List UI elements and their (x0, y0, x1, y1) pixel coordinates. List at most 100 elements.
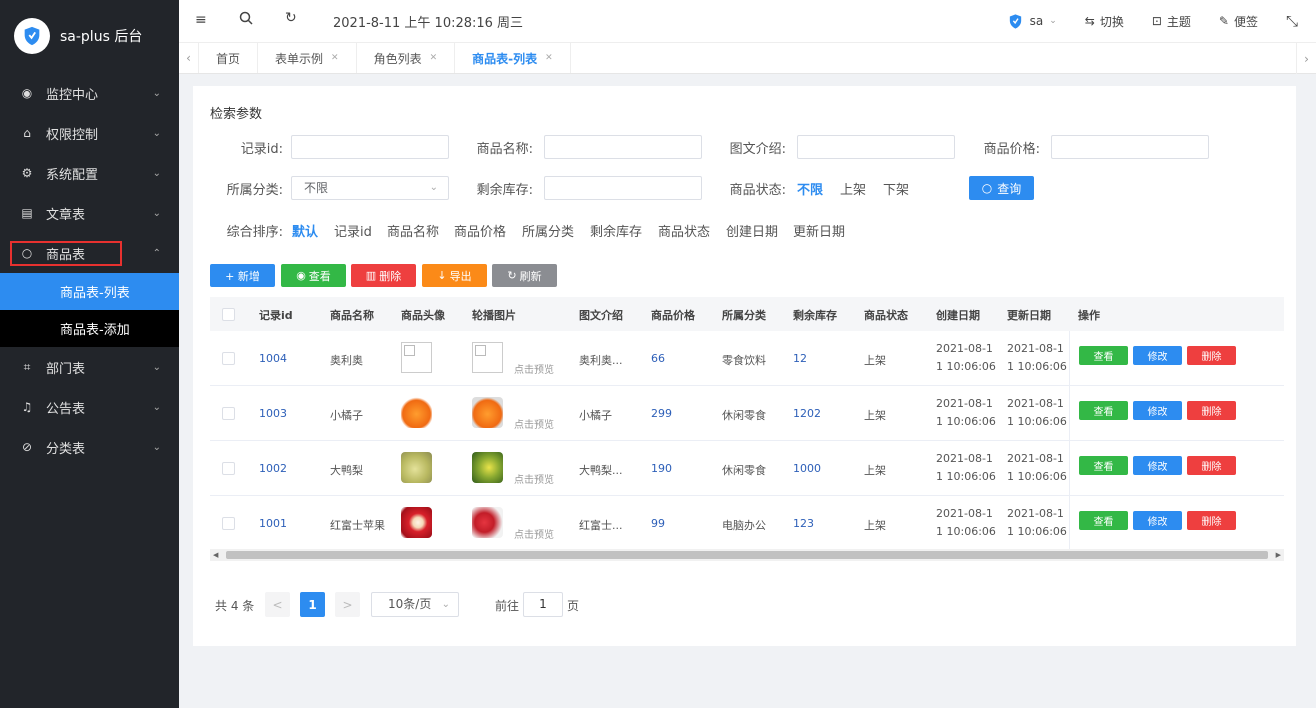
sort-option-default[interactable]: 默认 (292, 221, 318, 240)
preview-link[interactable]: 点击预览 (514, 361, 554, 376)
carousel-image-apple[interactable] (472, 507, 503, 538)
row-checkbox[interactable] (222, 352, 235, 365)
fullscreen-icon[interactable]: ⤡ (1286, 12, 1298, 30)
submenu-item-goods-add[interactable]: 商品表-添加 (0, 310, 179, 347)
row-edit-button[interactable]: 修改 (1133, 401, 1182, 420)
tab-home[interactable]: 首页 (199, 43, 259, 73)
row-delete-button[interactable]: 删除 (1187, 401, 1236, 420)
category-select[interactable]: 不限 ⌄ (291, 176, 449, 200)
sort-option-name[interactable]: 商品名称 (387, 221, 439, 240)
delete-button[interactable]: ▥ 删除 (351, 264, 416, 287)
scroll-right-icon[interactable]: ▶ (1276, 549, 1281, 561)
row-delete-button[interactable]: 删除 (1187, 456, 1236, 475)
search-icon[interactable] (239, 11, 253, 29)
header-category[interactable]: 所属分类 (722, 307, 766, 323)
stock-input[interactable] (544, 176, 702, 200)
sidebar-item-permission[interactable]: ⌂ 权限控制 ⌄ (0, 113, 179, 153)
sort-option-status[interactable]: 商品状态 (658, 221, 710, 240)
header-name[interactable]: 商品名称 (330, 307, 374, 323)
row-view-button[interactable]: 查看 (1079, 511, 1128, 530)
preview-link[interactable]: 点击预览 (514, 526, 554, 541)
tab-scroll-left-icon[interactable]: ‹ (179, 43, 199, 73)
sort-option-category[interactable]: 所属分类 (522, 221, 574, 240)
switch-button[interactable]: ⇆ 切换 (1085, 13, 1124, 30)
header-status[interactable]: 商品状态 (864, 307, 908, 323)
carousel-image-orange[interactable] (472, 397, 503, 428)
header-stock[interactable]: 剩余库存 (793, 307, 837, 323)
select-all-checkbox[interactable] (222, 308, 235, 321)
menu-icon[interactable]: ≡ (195, 12, 207, 28)
tab-goods-list[interactable]: 商品表-列表 ✕ (455, 43, 571, 73)
avatar-image-pear[interactable] (401, 452, 432, 483)
preview-link[interactable]: 点击预览 (514, 416, 554, 431)
row-checkbox[interactable] (222, 407, 235, 420)
notes-button[interactable]: ✎ 便签 (1219, 13, 1258, 30)
row-view-button[interactable]: 查看 (1079, 456, 1128, 475)
row-edit-button[interactable]: 修改 (1133, 511, 1182, 530)
page-size-select[interactable]: 10条/页 ⌄ (371, 592, 459, 617)
tab-form-demo[interactable]: 表单示例 ✕ (258, 43, 357, 73)
refresh-button[interactable]: ↻ 刷新 (492, 264, 557, 287)
sort-option-created[interactable]: 创建日期 (726, 221, 778, 240)
jump-page-input[interactable]: 1 (523, 592, 563, 617)
status-option-off[interactable]: 下架 (883, 179, 909, 198)
scroll-left-icon[interactable]: ◀ (213, 549, 218, 561)
export-button[interactable]: ↓ 导出 (422, 264, 487, 287)
table-horizontal-scrollbar[interactable]: ◀ ▶ (210, 549, 1284, 561)
header-carousel[interactable]: 轮播图片 (472, 307, 516, 323)
row-delete-button[interactable]: 删除 (1187, 511, 1236, 530)
status-option-on[interactable]: 上架 (840, 179, 866, 198)
chevron-down-icon: ⌄ (152, 361, 161, 373)
status-option-all[interactable]: 不限 (797, 179, 823, 198)
refresh-icon[interactable]: ↻ (285, 10, 297, 26)
close-icon[interactable]: ✕ (331, 53, 339, 63)
sidebar-item-department[interactable]: ⌗ 部门表 ⌄ (0, 347, 179, 387)
theme-button[interactable]: ⊡ 主题 (1152, 13, 1191, 30)
avatar-image-orange[interactable] (401, 397, 432, 428)
scrollbar-thumb[interactable] (226, 551, 1268, 559)
price-input[interactable] (1051, 135, 1209, 159)
avatar-image-apple[interactable] (401, 507, 432, 538)
id-input[interactable] (291, 135, 449, 159)
preview-link[interactable]: 点击预览 (514, 471, 554, 486)
intro-input[interactable] (797, 135, 955, 159)
tab-scroll-right-icon[interactable]: › (1296, 43, 1316, 74)
row-view-button[interactable]: 查看 (1079, 346, 1128, 365)
header-avatar[interactable]: 商品头像 (401, 307, 445, 323)
sidebar-item-articles[interactable]: ▤ 文章表 ⌄ (0, 193, 179, 233)
sort-option-price[interactable]: 商品价格 (454, 221, 506, 240)
view-button[interactable]: ◉ 查看 (281, 264, 346, 287)
add-button[interactable]: + 新增 (210, 264, 275, 287)
sort-option-updated[interactable]: 更新日期 (793, 221, 845, 240)
submenu-item-goods-list[interactable]: 商品表-列表 (0, 273, 179, 310)
page-number-current[interactable]: 1 (300, 592, 325, 617)
carousel-image-broken[interactable] (472, 342, 503, 373)
row-edit-button[interactable]: 修改 (1133, 456, 1182, 475)
row-delete-button[interactable]: 删除 (1187, 346, 1236, 365)
sidebar-item-system-config[interactable]: ⚙ 系统配置 ⌄ (0, 153, 179, 193)
row-checkbox[interactable] (222, 462, 235, 475)
close-icon[interactable]: ✕ (545, 53, 553, 63)
row-edit-button[interactable]: 修改 (1133, 346, 1182, 365)
row-checkbox[interactable] (222, 517, 235, 530)
header-intro[interactable]: 图文介绍 (579, 307, 623, 323)
row-view-button[interactable]: 查看 (1079, 401, 1128, 420)
user-menu[interactable]: sa ⌄ (1007, 13, 1057, 30)
prev-page-button[interactable]: < (265, 592, 290, 617)
avatar-image-broken[interactable] (401, 342, 432, 373)
header-created[interactable]: 创建日期 (936, 307, 980, 323)
name-input[interactable] (544, 135, 702, 159)
next-page-button[interactable]: > (335, 592, 360, 617)
sidebar-item-category[interactable]: ⊘ 分类表 ⌄ (0, 427, 179, 467)
header-updated[interactable]: 更新日期 (1007, 307, 1051, 323)
tab-role-list[interactable]: 角色列表 ✕ (357, 43, 456, 73)
sort-option-stock[interactable]: 剩余库存 (590, 221, 642, 240)
header-id[interactable]: 记录id (259, 307, 293, 323)
close-icon[interactable]: ✕ (430, 53, 438, 63)
carousel-image-pear[interactable] (472, 452, 503, 483)
query-button[interactable]: ○ 查询 (969, 176, 1034, 200)
header-price[interactable]: 商品价格 (651, 307, 695, 323)
sidebar-item-notice[interactable]: ♫ 公告表 ⌄ (0, 387, 179, 427)
sidebar-item-monitor[interactable]: ◉ 监控中心 ⌄ (0, 73, 179, 113)
sort-option-id[interactable]: 记录id (334, 221, 372, 240)
